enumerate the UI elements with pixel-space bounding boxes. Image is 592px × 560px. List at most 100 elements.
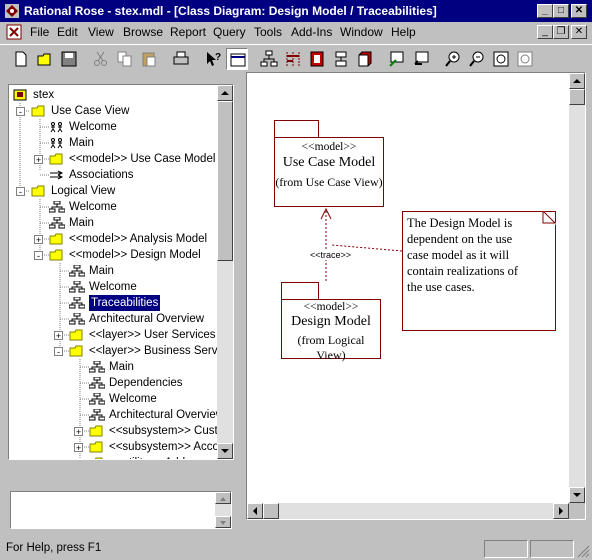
diagram-horizontal-scrollbar[interactable] [247,503,569,519]
tree-node[interactable]: Welcome [9,199,217,215]
maximize-button[interactable]: □ [553,4,569,18]
package-origin: (from Use Case View) [275,175,383,189]
design-model-package[interactable]: <<model>> Design Model (from Logical Vie… [281,299,381,362]
tree-node[interactable]: + <<subsystem>> Customer [9,423,233,439]
doc-scroll-up-button[interactable] [215,492,231,504]
copy-button[interactable] [114,48,136,70]
expand-icon[interactable]: + [74,427,83,437]
tree-node[interactable]: Welcome [9,279,217,295]
new-button[interactable] [10,48,32,70]
diagram-scroll-right-button[interactable] [553,503,569,519]
arrow-down-icon [220,521,226,525]
collapse-icon[interactable]: - [16,187,25,197]
expand-icon[interactable]: + [34,155,43,165]
tree-vertical-scrollbar[interactable] [217,85,233,459]
zoom-out-button[interactable] [466,48,488,70]
collapse-icon[interactable]: - [16,107,25,117]
diagram-scroll-left-button[interactable] [247,503,263,519]
diagram-note[interactable]: The Design Model is dependent on the use… [402,211,556,331]
browse-parent-button[interactable] [386,48,408,70]
class-diagram-icon [49,201,65,213]
doc-minimize-button[interactable]: _ [537,25,553,39]
tree-node[interactable]: Traceabilities [9,294,217,312]
browser-toggle-button[interactable] [226,48,248,70]
expand-icon[interactable]: + [74,443,83,453]
tree-node[interactable]: - Use Case View [9,103,217,119]
resize-grip-icon[interactable] [576,544,590,558]
document-control-icon[interactable] [6,24,22,40]
paste-clipboard-icon [142,52,156,67]
sequence-diagram-button[interactable] [282,48,304,70]
tree-node[interactable]: Main [9,359,217,375]
class-diagram-button[interactable] [258,48,280,70]
tree-node[interactable]: - <<model>> Design Model [9,247,217,263]
menu-add-ins[interactable]: Add-Ins [291,25,332,39]
menu-edit[interactable]: Edit [57,25,78,39]
class-diagram-canvas[interactable]: <<model>> Use Case Model (from Use Case … [246,72,586,520]
context-help-button[interactable]: ? [202,48,224,70]
collaboration-diagram-button[interactable] [306,48,328,70]
expand-icon[interactable]: + [54,331,63,341]
expand-icon[interactable]: + [34,235,43,245]
diagram-vscroll-thumb[interactable] [569,89,585,105]
scroll-down-button[interactable] [217,443,233,459]
expand-icon[interactable]: + [74,459,83,460]
menu-tools[interactable]: Tools [254,25,282,39]
note-fold-corner [542,211,556,225]
collapse-icon[interactable]: - [54,347,63,357]
tree-node[interactable]: Main [9,263,217,279]
print-button[interactable] [170,48,192,70]
doc-scrollbar[interactable] [215,492,231,528]
doc-restore-button[interactable]: ❐ [553,25,569,39]
tree-node[interactable]: + <<utility>> Address [9,455,217,460]
menu-file[interactable]: File [30,25,49,39]
documentation-textbox[interactable] [10,491,232,529]
diagram-scroll-down-button[interactable] [569,487,585,503]
tree-node[interactable]: Main [9,215,217,231]
class-diagram-icon [260,50,278,67]
menu-view[interactable]: View [88,25,114,39]
menu-browse[interactable]: Browse [123,25,163,39]
fit-in-window-button[interactable] [490,48,512,70]
tree-node-label: Welcome [89,281,137,293]
tree-node[interactable]: + <<model>> Analysis Model [9,231,217,247]
close-button[interactable]: ✕ [571,4,587,18]
arrow-down-icon [573,493,581,497]
diagram-hscroll-thumb[interactable] [263,503,279,519]
tree-node[interactable]: Main [9,135,217,151]
component-diagram-button[interactable] [330,48,352,70]
tree-node[interactable]: - Logical View [9,183,217,199]
paste-button[interactable] [138,48,160,70]
minimize-button[interactable]: _ [537,4,553,18]
cut-button[interactable] [90,48,112,70]
scroll-thumb[interactable] [217,101,233,261]
tree-node[interactable]: Dependencies [9,375,217,391]
collapse-icon[interactable]: - [34,251,43,261]
tree-node[interactable]: + <<model>> Use Case Model [9,151,217,167]
save-button[interactable] [58,48,80,70]
deployment-diagram-button[interactable] [354,48,376,70]
tree-node[interactable]: Associations [9,167,217,183]
scroll-up-button[interactable] [217,85,233,101]
menu-help[interactable]: Help [391,25,416,39]
tree-node[interactable]: Architectural Overview [9,311,217,327]
tree-node[interactable]: + <<layer>> User Services [9,327,217,343]
diagram-vertical-scrollbar[interactable] [569,73,585,503]
diagram-scroll-up-button[interactable] [569,73,585,89]
open-button[interactable] [34,48,56,70]
doc-scroll-down-button[interactable] [215,516,231,528]
tree-node[interactable]: - <<layer>> Business Services [9,343,233,359]
tree-node[interactable]: Architectural Overview [9,407,224,423]
browse-previous-button[interactable] [410,48,432,70]
rose-app-icon[interactable] [4,3,20,19]
tree-node[interactable]: + <<subsystem>> Account [9,439,233,455]
use-case-model-package[interactable]: <<model>> Use Case Model (from Use Case … [274,137,384,207]
tree-node[interactable]: Welcome [9,119,217,135]
zoom-in-button[interactable] [442,48,464,70]
doc-close-button[interactable]: ✕ [571,25,587,39]
menu-report[interactable]: Report [170,25,206,39]
menu-window[interactable]: Window [340,25,383,39]
menu-query[interactable]: Query [213,25,246,39]
undo-fit-button[interactable] [514,48,536,70]
tree-node[interactable]: Welcome [9,391,217,407]
